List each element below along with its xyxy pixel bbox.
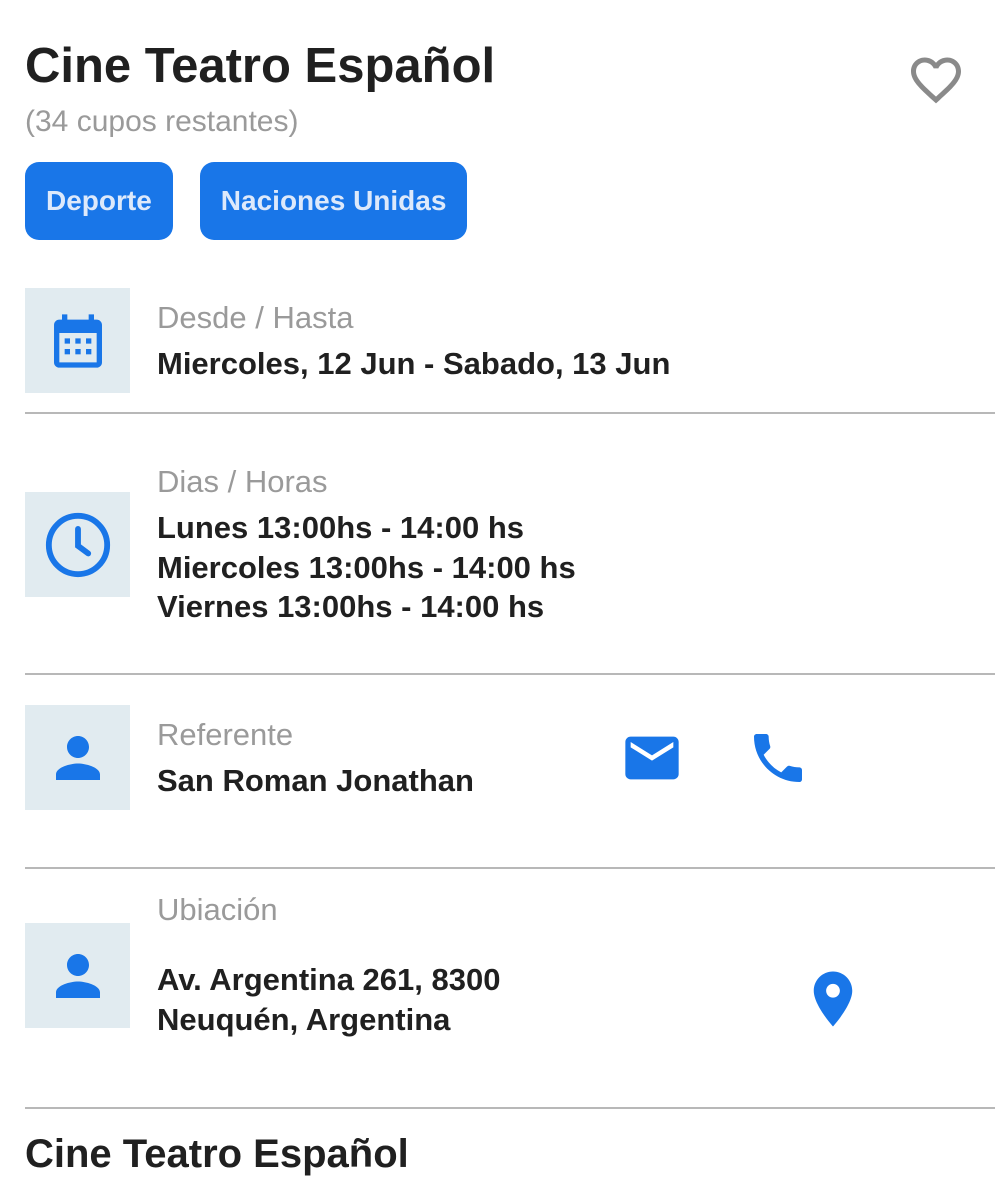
email-button[interactable] xyxy=(620,728,684,788)
page-title: Cine Teatro Español xyxy=(25,39,496,93)
schedule-line: Viernes 13:00hs - 14:00 hs xyxy=(157,589,545,624)
tag-deporte[interactable]: Deporte xyxy=(25,162,173,240)
location-label: Ubiación xyxy=(157,892,278,927)
tag-list: Deporte Naciones Unidas xyxy=(25,162,468,240)
contact-label: Referente xyxy=(157,717,294,752)
schedule-line: Lunes 13:00hs - 14:00 hs xyxy=(157,510,524,545)
remaining-spots: (34 cupos restantes) xyxy=(25,105,299,138)
dates-label: Desde / Hasta xyxy=(157,300,354,335)
map-pin-icon xyxy=(813,971,853,1027)
person-icon xyxy=(55,735,100,780)
schedule-icon-box xyxy=(25,492,130,597)
schedule-line: Miercoles 13:00hs - 14:00 hs xyxy=(157,550,576,585)
tag-naciones-unidas[interactable]: Naciones Unidas xyxy=(199,162,468,240)
divider xyxy=(25,1107,995,1109)
contact-icon-box xyxy=(25,705,130,810)
divider xyxy=(25,673,995,675)
divider xyxy=(25,412,995,414)
divider xyxy=(25,867,995,869)
dates-value: Miercoles, 12 Jun - Sabado, 13 Jun xyxy=(157,346,671,381)
address-line: Av. Argentina 261, 8300 xyxy=(157,962,501,997)
section-title: Cine Teatro Español xyxy=(25,1132,409,1176)
contact-name: San Roman Jonathan xyxy=(157,763,474,798)
dates-icon-box xyxy=(25,288,130,393)
heart-outline-icon xyxy=(911,57,961,104)
person-icon xyxy=(55,953,100,998)
clock-icon xyxy=(45,512,110,577)
call-button[interactable] xyxy=(746,728,810,788)
favorite-button[interactable] xyxy=(904,50,968,110)
calendar-icon xyxy=(53,313,102,368)
schedule-label: Dias / Horas xyxy=(157,464,328,499)
map-button[interactable] xyxy=(800,966,866,1032)
phone-icon xyxy=(754,734,802,782)
email-icon xyxy=(625,736,679,780)
location-icon-box xyxy=(25,923,130,1028)
address-line: Neuquén, Argentina xyxy=(157,1002,451,1037)
